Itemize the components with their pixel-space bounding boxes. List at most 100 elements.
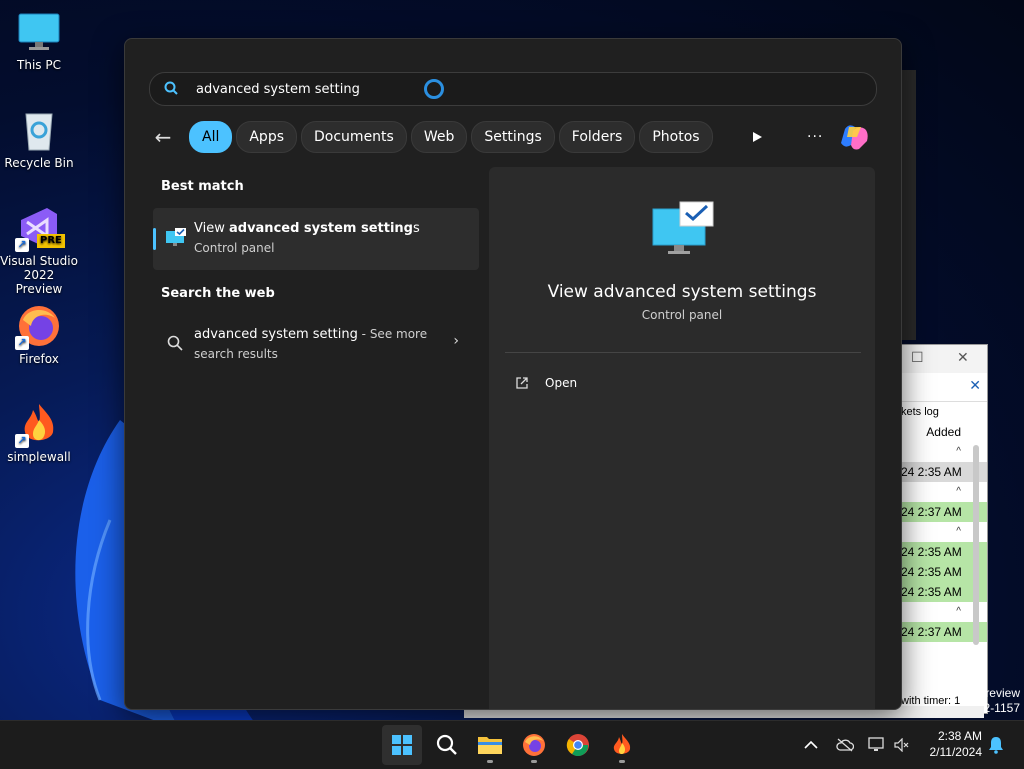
title-match: advanced system setting [228,221,413,236]
preview-badge: PRE [37,234,65,248]
web-search-result[interactable]: advanced system setting - See more searc… [153,317,479,369]
simplewall-titlebar[interactable]: ☐ ✕ [899,345,987,373]
desktop-icon-label: Firefox [19,352,59,366]
tab-close-icon[interactable]: ✕ [969,377,981,394]
copilot-icon[interactable] [839,121,871,153]
taskbar-search-button[interactable] [427,725,467,765]
search-icon [436,734,457,755]
clock-date: 2/11/2024 [929,745,983,759]
taskbar-file-explorer[interactable] [470,725,510,765]
best-match-result[interactable]: View advanced system settings Control pa… [153,208,479,270]
web-result-title: advanced system setting - See more [194,327,427,342]
start-button[interactable] [382,725,422,765]
column-header-added[interactable]: Added [899,422,987,442]
open-external-icon [516,377,528,389]
simplewall-window[interactable]: ☐ ✕ ✕ kets log Added ^ 24 2:35 AM ^ 24 2… [898,344,988,714]
open-action[interactable]: Open [515,373,577,393]
running-indicator [487,760,493,763]
filter-bar: ← All Apps Documents Web Settings Folder… [149,121,717,153]
taskbar: 2:38 AM 2/11/2024 [0,720,1024,769]
open-action-label: Open [545,376,578,390]
search-web-heading: Search the web [161,286,275,301]
best-match-heading: Best match [161,179,244,194]
chevron-right-icon[interactable]: › [453,333,459,349]
notifications-button[interactable] [988,721,1004,769]
folder-icon [478,737,502,754]
taskbar-clock[interactable]: 2:38 AM 2/11/2024 [922,728,983,760]
search-icon [167,335,183,351]
scrollbar[interactable] [973,445,979,645]
chrome-icon [566,734,589,757]
search-input[interactable] [194,78,798,100]
taskbar-firefox[interactable] [514,725,554,765]
running-indicator [619,760,625,763]
desktop-icon-recycle-bin[interactable]: Recycle Bin [0,108,78,170]
filter-photos[interactable]: Photos [639,121,713,153]
volume-tray-icon[interactable] [894,721,910,769]
system-settings-icon [166,228,186,246]
bell-icon [989,737,1003,754]
filter-all[interactable]: All [189,121,233,153]
desktop-icon-simplewall[interactable]: ↗ simplewall [0,402,78,464]
recycle-bin-icon [17,108,61,152]
show-hidden-icons-button[interactable] [804,721,818,769]
simplewall-tabbar: ✕ [899,373,987,402]
preview-title: View advanced system settings [547,282,817,302]
search-panel: ← All Apps Documents Web Settings Folder… [124,38,902,710]
back-arrow-icon[interactable]: ← [149,123,177,151]
filter-folders[interactable]: Folders [558,121,636,153]
title-prefix: View [194,221,229,236]
web-result-line2: search results [194,347,278,361]
clock-time: 2:38 AM [937,729,982,743]
selection-indicator [153,228,156,250]
watermark-line: review [985,686,1020,700]
network-icon [868,737,884,751]
filter-apps[interactable]: Apps [236,121,298,153]
firefox-icon: ↗ [15,304,61,350]
chevron-up-icon [804,740,818,749]
best-match-subtitle: Control panel [194,241,275,255]
more-options-button[interactable]: ··· [807,121,823,153]
taskbar-simplewall[interactable] [602,725,642,765]
result-preview-pane: View advanced system settings Control pa… [489,167,875,709]
tab-label[interactable]: kets log [899,402,987,422]
preview-subtitle: Control panel [641,308,723,322]
monitor-icon [17,10,61,54]
firefox-icon [523,734,545,756]
desktop-icon-this-pc[interactable]: This PC [0,10,78,72]
desktop-watermark: review 2-1157 [984,686,1020,716]
speaker-muted-icon [894,738,909,752]
flame-icon: ↗ [15,402,61,448]
more-filters-arrow[interactable] [751,121,763,153]
cloud-offline-icon [836,738,854,752]
desktop-icon-firefox[interactable]: ↗ Firefox [0,304,78,366]
web-result-see-more: - See more [357,327,428,341]
preview-divider [505,352,861,353]
onedrive-tray-icon[interactable] [836,721,854,769]
filter-web[interactable]: Web [410,121,468,153]
network-tray-icon[interactable] [868,721,886,769]
running-indicator [531,760,537,763]
filter-documents[interactable]: Documents [301,121,407,153]
maximize-icon[interactable]: ☐ [911,349,924,366]
search-icon [164,81,178,95]
visual-studio-icon: PRE ↗ [15,206,65,252]
title-suffix: s [412,221,420,236]
desktop-icon-label: This PC [17,58,61,72]
search-box[interactable] [149,72,877,106]
system-settings-large-icon [652,201,714,254]
shortcut-arrow-icon: ↗ [15,434,29,448]
shortcut-arrow-icon: ↗ [15,238,29,252]
desktop-icon-label: Recycle Bin [4,156,74,170]
shortcut-arrow-icon: ↗ [15,336,29,350]
taskbar-chrome[interactable] [558,725,598,765]
flame-icon [613,734,631,755]
cortana-icon[interactable] [424,79,444,99]
desktop-icon-visual-studio[interactable]: PRE ↗ Visual Studio 2022 Preview [0,206,78,296]
close-icon[interactable]: ✕ [957,349,969,366]
filter-settings[interactable]: Settings [471,121,555,153]
desktop-icon-label: Visual Studio 2022 Preview [0,254,78,296]
play-arrow-icon [753,132,762,142]
watermark-line: 2-1157 [983,701,1020,715]
windows-logo-icon [392,735,412,755]
